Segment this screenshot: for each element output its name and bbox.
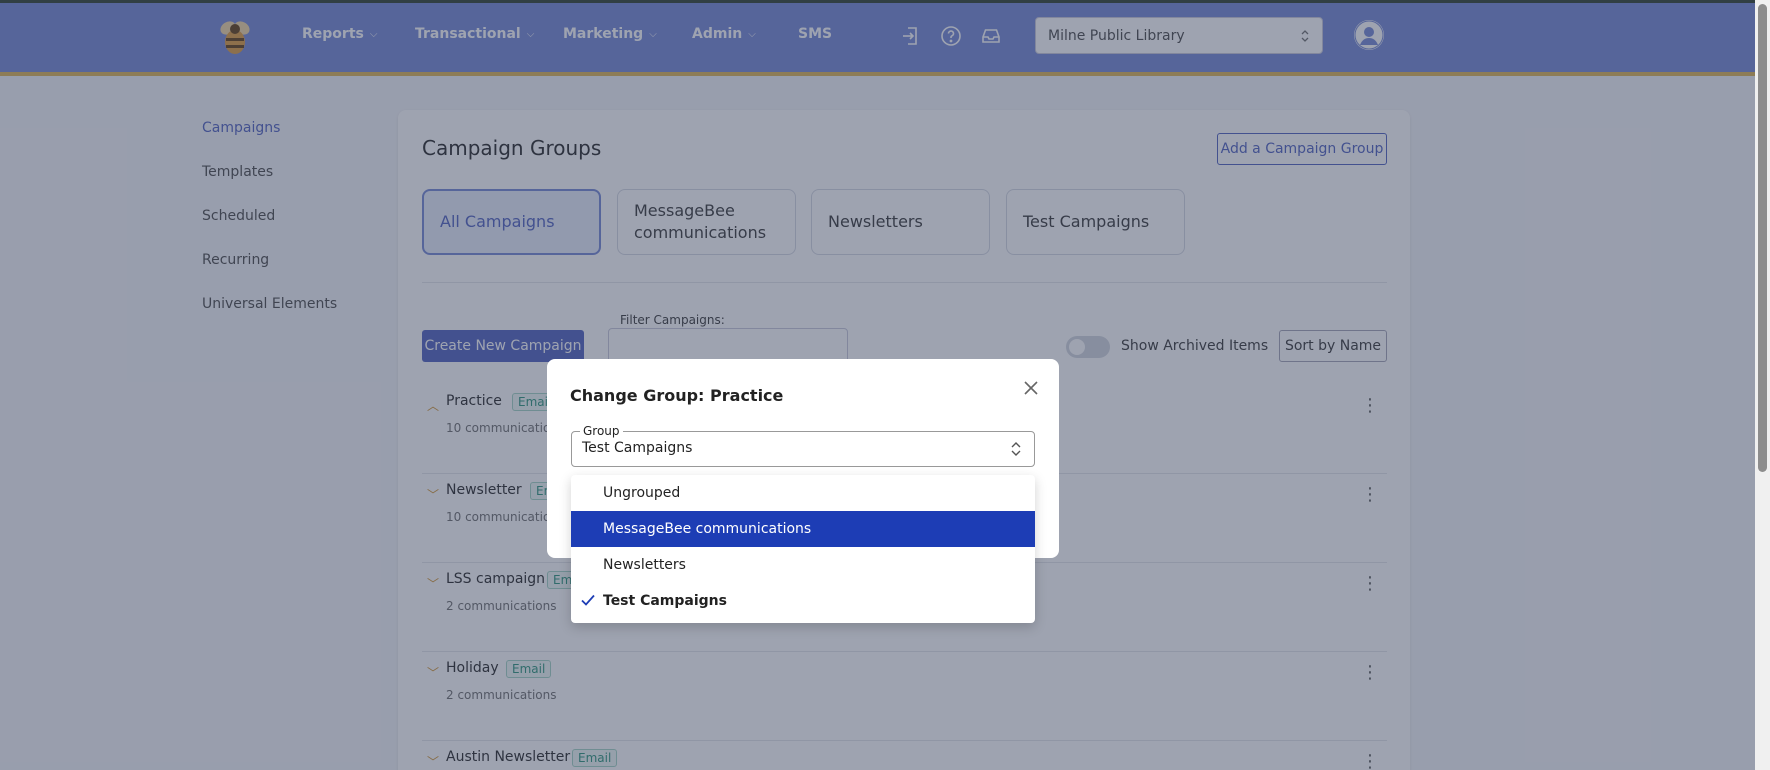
group-select-value: Test Campaigns bbox=[582, 440, 693, 456]
select-arrows-icon bbox=[1011, 442, 1021, 456]
modal-title: Change Group: Practice bbox=[570, 386, 784, 405]
group-select-label: Group bbox=[580, 424, 623, 438]
dropdown-option-test-campaigns[interactable]: Test Campaigns bbox=[571, 583, 1035, 619]
dropdown-option-ungrouped[interactable]: Ungrouped bbox=[571, 475, 1035, 511]
close-icon[interactable] bbox=[1019, 376, 1043, 400]
checkmark-icon bbox=[581, 594, 595, 606]
dropdown-option-newsletters[interactable]: Newsletters bbox=[571, 547, 1035, 583]
page-scrollbar-thumb[interactable] bbox=[1758, 4, 1767, 472]
dropdown-option-messagebee-communications[interactable]: MessageBee communications bbox=[571, 511, 1035, 547]
